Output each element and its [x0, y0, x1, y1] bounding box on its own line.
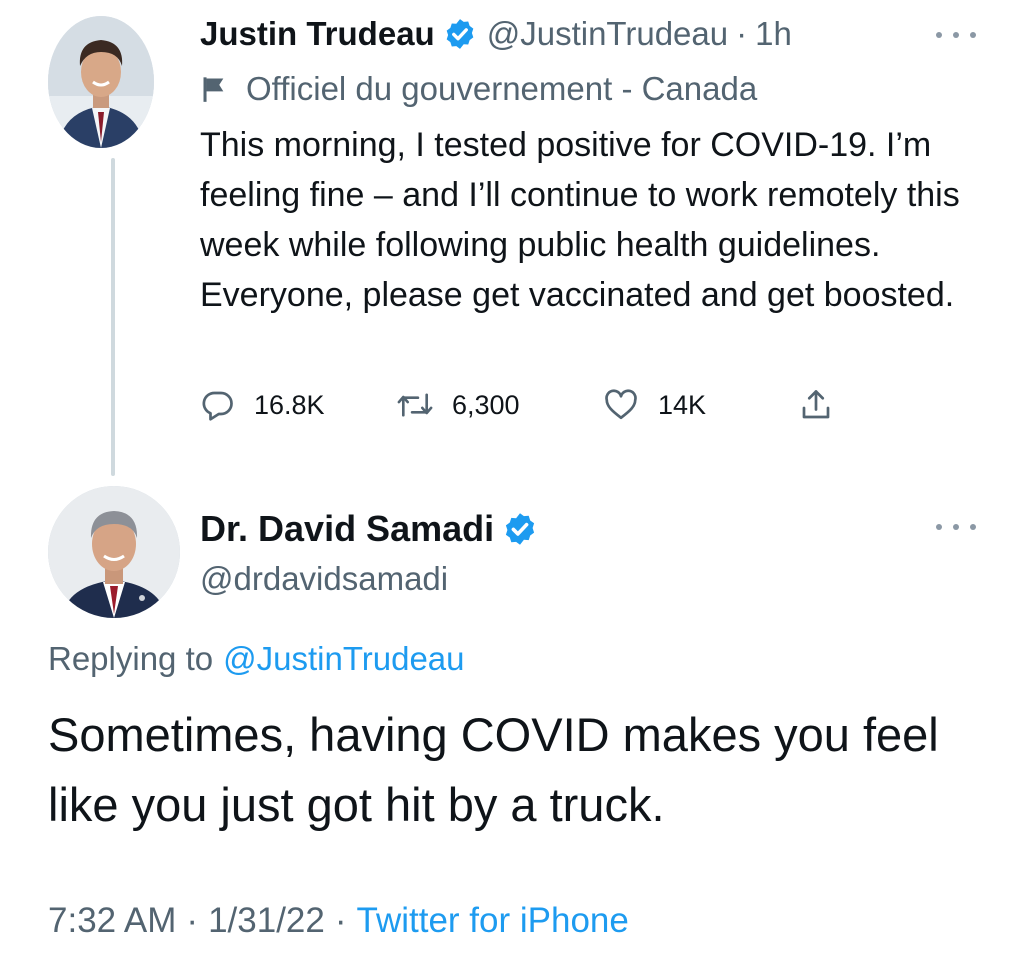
author-handle[interactable]: @JustinTrudeau — [487, 15, 728, 53]
header-separator: · — [736, 15, 748, 52]
replying-to-prefix: Replying to — [48, 640, 214, 677]
reply-author-row: Dr. David Samadi — [200, 504, 548, 554]
tweet-actions: 16.8K 6,300 14K — [200, 380, 834, 430]
tweet-time[interactable]: 7:32 AM — [48, 901, 176, 941]
heart-icon — [605, 389, 637, 420]
reply-author-name[interactable]: Dr. David Samadi — [200, 508, 494, 550]
share-button[interactable] — [798, 386, 834, 424]
tweet-header: Justin Trudeau @JustinTrudeau · 1h — [200, 12, 792, 56]
tweet-text: This morning, I tested positive for COVI… — [200, 126, 960, 314]
tweet-metadata: 7:32 AM · 1/31/22 · Twitter for iPhone — [48, 896, 629, 946]
share-icon — [802, 390, 830, 419]
meta-separator: · — [334, 901, 347, 940]
avatar-image — [48, 486, 180, 618]
tweet-source[interactable]: Twitter for iPhone — [357, 901, 629, 941]
avatar-justin-trudeau[interactable] — [48, 16, 154, 148]
reply-author-handle[interactable]: @drdavidsamadi — [200, 556, 448, 602]
like-count: 14K — [658, 389, 707, 420]
retweet-icon — [397, 393, 433, 417]
author-name[interactable]: Justin Trudeau — [200, 15, 435, 53]
replying-to: Replying to @JustinTrudeau — [48, 636, 465, 682]
tweet-date[interactable]: 1/31/22 — [208, 901, 325, 941]
reply-button[interactable]: 16.8K — [200, 387, 396, 423]
tweet-time-ago[interactable]: 1h — [755, 15, 792, 53]
avatar-david-samadi[interactable] — [48, 486, 180, 618]
verified-badge-icon — [502, 511, 538, 547]
avatar-image — [48, 16, 154, 148]
meta-separator: · — [186, 901, 199, 940]
verified-badge-icon — [443, 17, 477, 51]
reply-tweet-text: Sometimes, having COVID makes you feel l… — [48, 708, 939, 831]
reply-count: 16.8K — [254, 389, 325, 420]
tweet-thread: Justin Trudeau @JustinTrudeau · 1h Offic… — [0, 0, 1024, 971]
government-label-text: Officiel du gouvernement - Canada — [246, 70, 758, 107]
retweet-count: 6,300 — [452, 389, 520, 420]
government-label[interactable]: Officiel du gouvernement - Canada — [200, 68, 757, 110]
replying-to-mention[interactable]: @JustinTrudeau — [223, 640, 464, 678]
flag-icon — [200, 75, 228, 103]
thread-connector-line — [111, 158, 115, 476]
more-options-icon[interactable] — [936, 28, 976, 42]
reply-icon — [202, 391, 233, 421]
retweet-button[interactable]: 6,300 — [396, 387, 602, 423]
like-button[interactable]: 14K — [602, 387, 798, 423]
more-options-icon[interactable] — [936, 520, 976, 534]
